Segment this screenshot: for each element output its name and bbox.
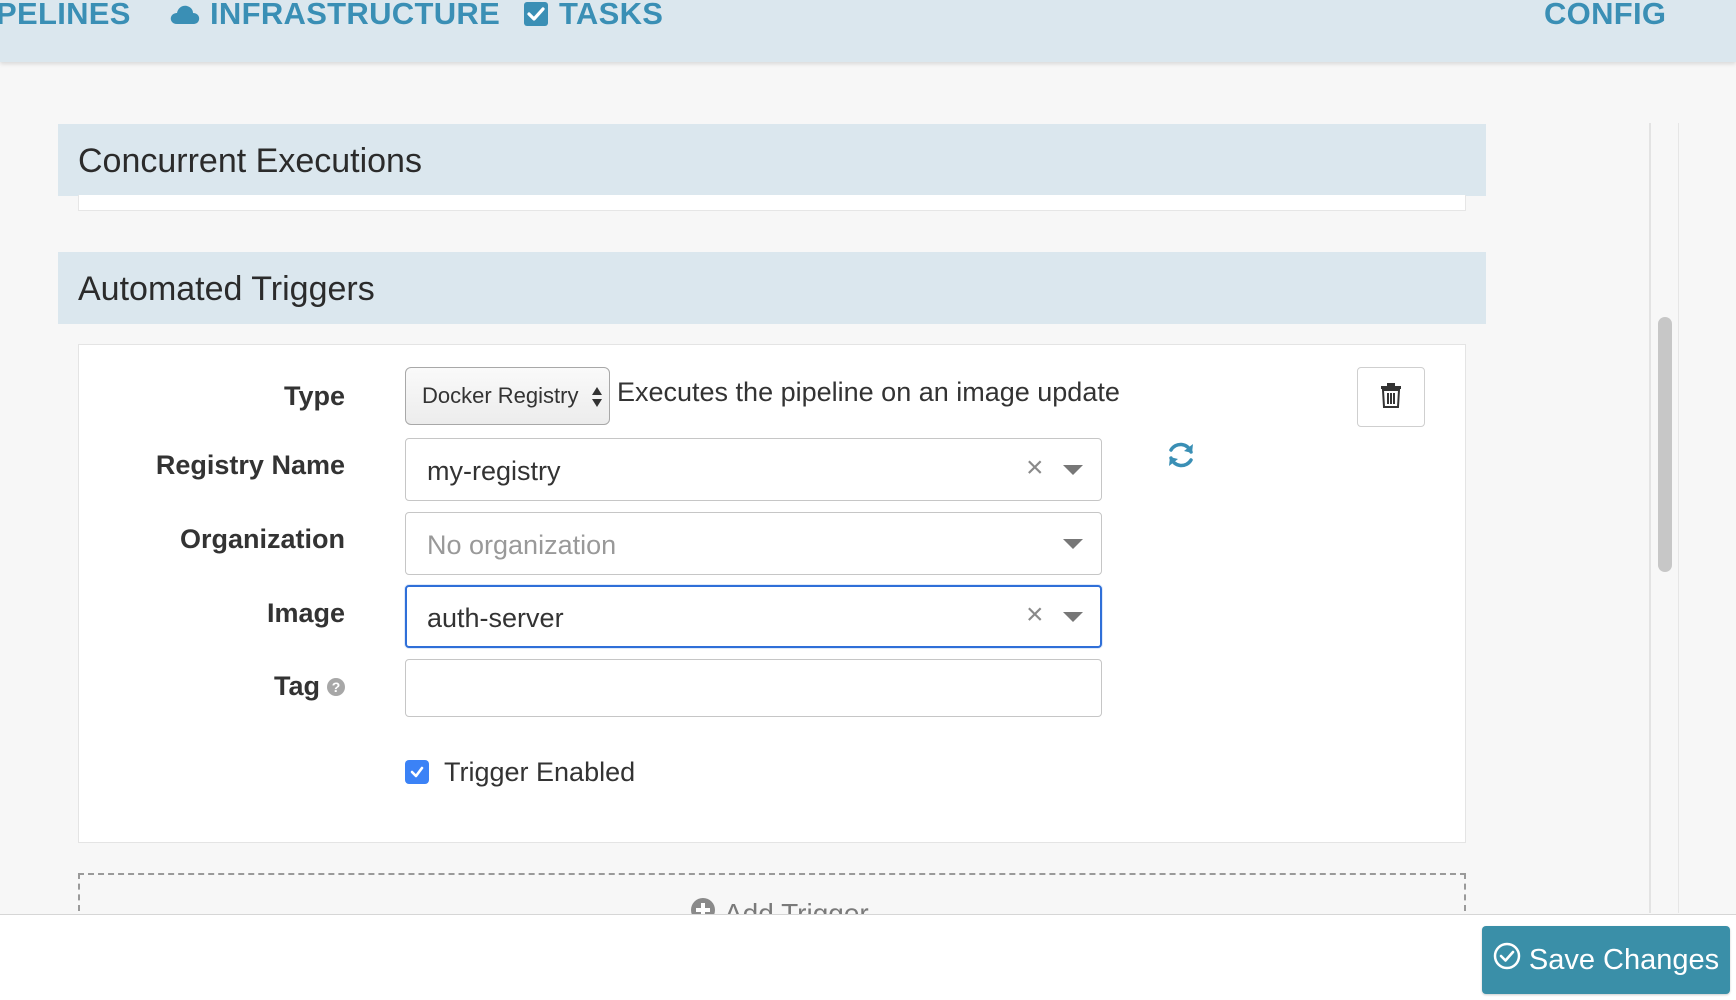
trigger-enabled-checkbox[interactable] xyxy=(405,760,429,784)
section-title: Automated Triggers xyxy=(78,270,375,308)
clear-icon[interactable]: × xyxy=(1026,600,1044,630)
tag-input[interactable] xyxy=(405,659,1102,717)
clear-icon[interactable]: × xyxy=(1026,453,1044,483)
tag-label: Tag? xyxy=(274,671,345,702)
organization-placeholder: No organization xyxy=(427,530,617,560)
check-square-icon xyxy=(523,1,549,27)
image-value: auth-server xyxy=(427,603,564,633)
chevron-down-icon[interactable] xyxy=(1063,465,1083,475)
save-changes-button[interactable]: Save Changes xyxy=(1482,926,1730,994)
nav-item-infrastructure[interactable]: INFRASTRUCTURE xyxy=(170,0,500,34)
nav-item-tasks[interactable]: TASKS xyxy=(523,0,663,34)
nav-item-label: TASKS xyxy=(559,0,664,31)
tag-label-text: Tag xyxy=(274,671,320,701)
help-icon[interactable]: ? xyxy=(327,678,345,696)
cloud-icon xyxy=(170,3,200,25)
trigger-card: Type Registry Name Organization Image Ta… xyxy=(78,344,1466,843)
image-label: Image xyxy=(267,598,345,629)
registry-name-select[interactable]: my-registry × xyxy=(405,438,1102,501)
nav-item-label: INFRASTRUCTURE xyxy=(210,0,501,31)
type-label: Type xyxy=(283,381,345,411)
image-select[interactable]: auth-server × xyxy=(405,585,1102,648)
checkmark-icon xyxy=(410,766,424,778)
section-header-concurrent[interactable]: Concurrent Executions xyxy=(58,124,1486,196)
save-changes-label: Save Changes xyxy=(1528,943,1720,976)
chevron-down-icon[interactable] xyxy=(1063,539,1083,549)
section-title: Concurrent Executions xyxy=(78,142,422,180)
nav-item-label: CONFIG xyxy=(1544,0,1667,31)
trigger-type-select[interactable]: Docker Registry xyxy=(405,367,610,425)
type-select-value: Docker Registry xyxy=(422,383,579,408)
trigger-type-description: Executes the pipeline on an image update xyxy=(617,377,1120,407)
organization-select[interactable]: No organization xyxy=(405,512,1102,575)
trash-icon xyxy=(1380,382,1402,413)
nav-item-label: PELINES xyxy=(0,0,131,31)
scrollbar-thumb[interactable] xyxy=(1658,317,1672,572)
delete-trigger-button[interactable] xyxy=(1357,367,1425,427)
section-body-concurrent xyxy=(78,195,1466,211)
scroll-divider xyxy=(1649,123,1651,913)
scroll-divider xyxy=(1678,123,1679,913)
nav-item-pipelines[interactable]: PELINES xyxy=(0,0,131,34)
select-arrows-icon xyxy=(591,384,603,410)
top-nav: PELINES INFRASTRUCTURE TASKS CONFIG xyxy=(0,0,1736,62)
registry-name-label: Registry Name xyxy=(155,450,345,480)
check-circle-icon xyxy=(1493,942,1521,978)
nav-item-config[interactable]: CONFIG xyxy=(1544,0,1666,34)
organization-label: Organization xyxy=(179,524,345,554)
refresh-icon[interactable] xyxy=(1166,440,1196,475)
chevron-down-icon[interactable] xyxy=(1063,612,1083,622)
label-column: Type Registry Name Organization Image Ta… xyxy=(79,345,345,842)
registry-name-value: my-registry xyxy=(427,456,561,486)
trigger-enabled-label[interactable]: Trigger Enabled xyxy=(444,757,635,788)
image-label-text: Image xyxy=(266,598,345,628)
section-header-triggers[interactable]: Automated Triggers xyxy=(58,252,1486,324)
footer-bar xyxy=(0,914,1736,1000)
